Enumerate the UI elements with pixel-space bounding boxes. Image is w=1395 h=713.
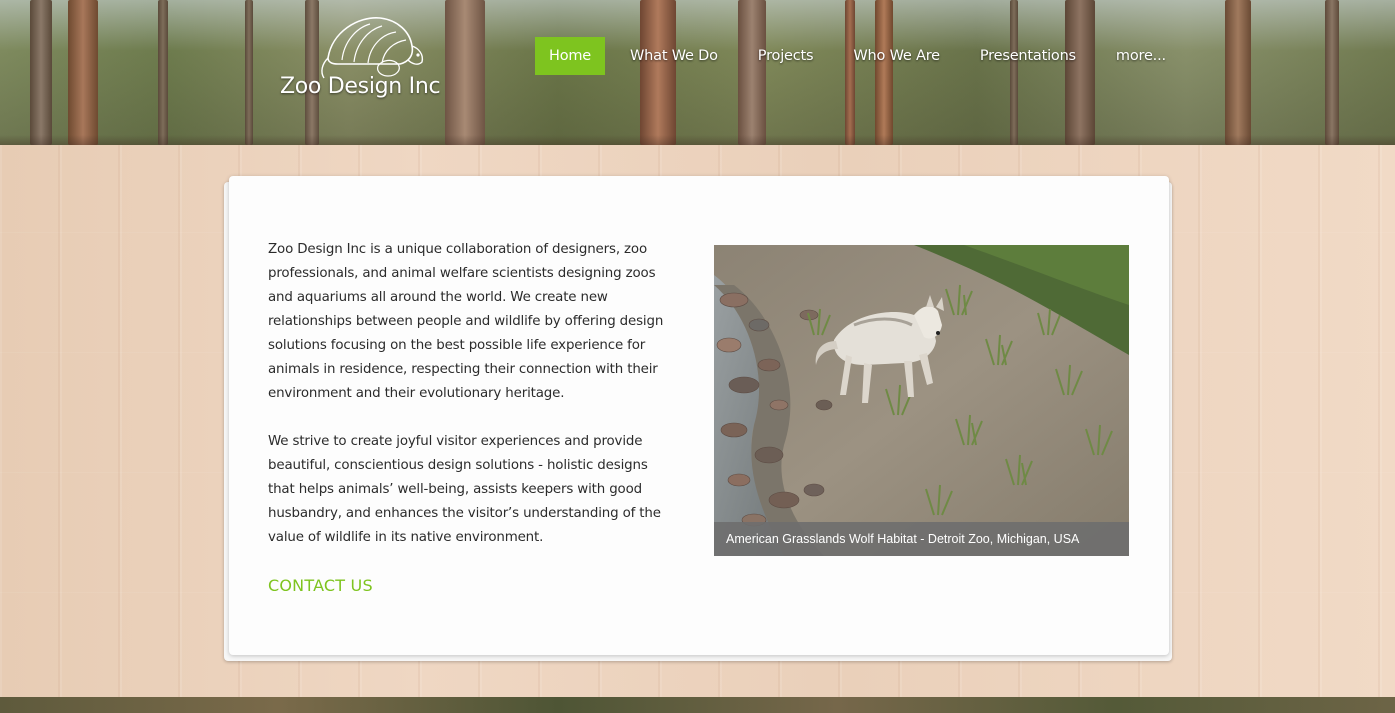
footer-forest-strip <box>0 697 1395 713</box>
intro-text: Zoo Design Inc is a unique collaboration… <box>268 238 678 574</box>
nav-item-presentations[interactable]: Presentations <box>965 37 1091 75</box>
tree-trunk <box>68 0 98 145</box>
header-shadow <box>0 135 1395 145</box>
site-header: Zoo Design Inc Home What We Do Projects … <box>0 0 1395 145</box>
photo-caption: American Grasslands Wolf Habitat - Detro… <box>714 522 1129 556</box>
tree-trunk <box>1325 0 1339 145</box>
nav-item-more[interactable]: more... <box>1101 37 1181 75</box>
nav-item-home[interactable]: Home <box>535 37 606 75</box>
tree-trunk <box>245 0 253 145</box>
tree-trunk <box>1225 0 1251 145</box>
nav-item-who-we-are[interactable]: Who We Are <box>838 37 955 75</box>
site-logo-text: Zoo Design Inc <box>280 74 441 99</box>
featured-photo[interactable]: American Grasslands Wolf Habitat - Detro… <box>714 245 1129 556</box>
intro-paragraph: Zoo Design Inc is a unique collaboration… <box>268 242 664 401</box>
site-logo[interactable]: Zoo Design Inc <box>278 10 458 110</box>
nav-item-projects[interactable]: Projects <box>743 37 829 75</box>
wolf-habitat-image <box>714 245 1129 556</box>
tree-trunk <box>158 0 168 145</box>
tree-trunk <box>30 0 52 145</box>
nav-item-what-we-do[interactable]: What We Do <box>615 37 733 75</box>
contact-us-link[interactable]: CONTACT US <box>268 576 373 595</box>
main-nav: Home What We Do Projects Who We Are Pres… <box>535 37 1191 75</box>
content-card: Zoo Design Inc is a unique collaboration… <box>229 176 1169 655</box>
armadillo-logo-icon <box>321 17 424 79</box>
intro-paragraph: We strive to create joyful visitor exper… <box>268 434 661 545</box>
